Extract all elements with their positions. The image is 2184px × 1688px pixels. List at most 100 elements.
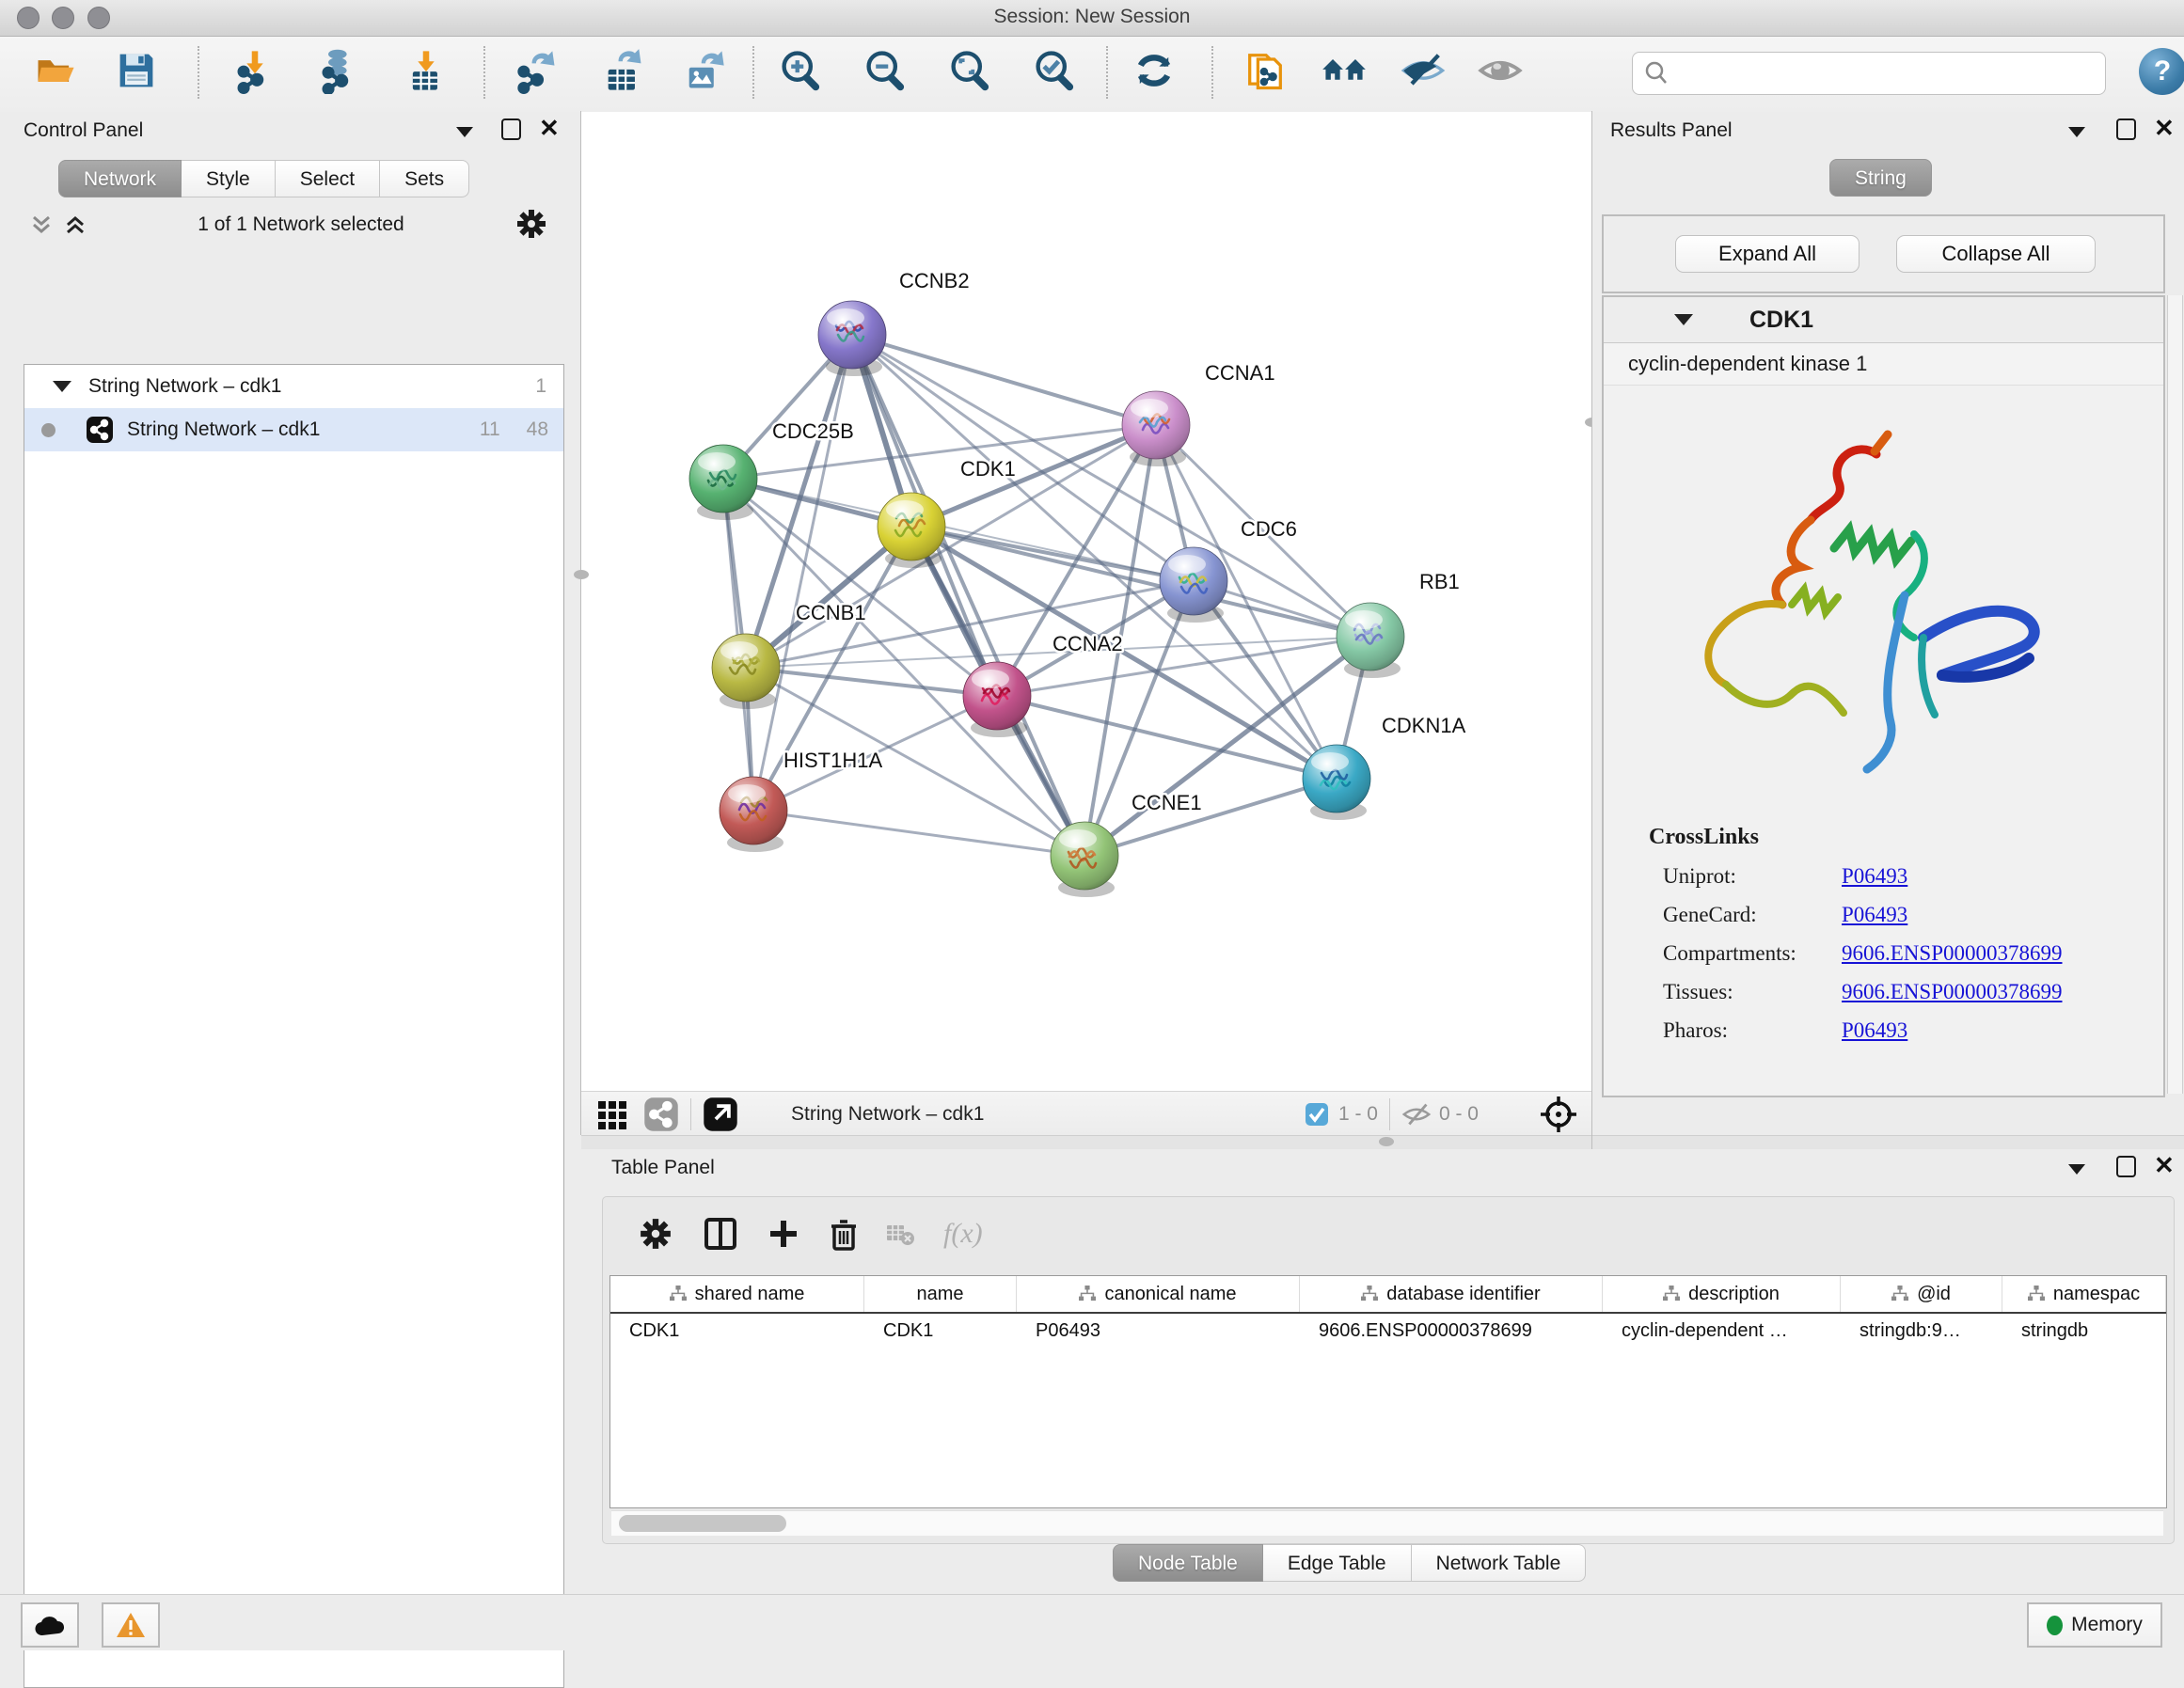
- zoom-out-icon[interactable]: [860, 42, 910, 99]
- results-panel-close-icon[interactable]: ✕: [2154, 118, 2175, 138]
- open-in-window-icon[interactable]: [703, 1096, 738, 1132]
- network-graph[interactable]: CCNB2CCNA1CDC25BCDK1CDC6RB1CCNB1CCNA2CDK…: [581, 112, 1591, 1091]
- show-all-icon[interactable]: [1475, 42, 1526, 99]
- crosslink-link[interactable]: P06493: [1842, 1018, 1907, 1043]
- results-scrollbar[interactable]: [2167, 295, 2183, 1094]
- expand-all-tree-icon[interactable]: [62, 212, 88, 243]
- left-splitter-handle[interactable]: [574, 570, 589, 579]
- table-options-gear-icon[interactable]: [639, 1217, 673, 1251]
- zoom-in-icon[interactable]: [775, 42, 826, 99]
- tab-style[interactable]: Style: [182, 160, 276, 197]
- crosslink-link[interactable]: 9606.ENSP00000378699: [1842, 941, 2063, 966]
- table-cell[interactable]: P06493: [1017, 1314, 1300, 1348]
- crosslink-link[interactable]: P06493: [1842, 903, 1907, 927]
- edge-CDKN1A-CCNE1[interactable]: [1084, 779, 1337, 856]
- table-cell[interactable]: cyclin-dependent …: [1603, 1314, 1841, 1348]
- edge-CCNB2-HIST1H1A[interactable]: [753, 335, 852, 811]
- table-cell[interactable]: CDK1: [864, 1314, 1017, 1348]
- control-panel-float-icon[interactable]: [501, 118, 521, 145]
- collapse-all-tree-icon[interactable]: [28, 212, 55, 243]
- open-session-icon[interactable]: [30, 42, 81, 99]
- search-icon: [1642, 59, 1670, 87]
- tab-network[interactable]: Network: [58, 160, 182, 197]
- tab-string[interactable]: String: [1829, 159, 1932, 197]
- help-icon[interactable]: ?: [2139, 48, 2184, 95]
- table-cell[interactable]: stringdb: [2002, 1314, 2166, 1348]
- network-canvas[interactable]: CCNB2CCNA1CDC25BCDK1CDC6RB1CCNB1CCNA2CDK…: [581, 112, 1591, 1091]
- column-header-canonical-name[interactable]: canonical name: [1017, 1276, 1300, 1312]
- tab-select[interactable]: Select: [276, 160, 380, 197]
- tab-sets[interactable]: Sets: [380, 160, 469, 197]
- edge-CCNB2-CCNA1[interactable]: [852, 335, 1156, 425]
- collapse-all-button[interactable]: Collapse All: [1896, 235, 2096, 273]
- memory-button[interactable]: Memory: [2027, 1602, 2162, 1648]
- import-table-file-icon[interactable]: [401, 42, 451, 99]
- search-box[interactable]: [1632, 52, 2106, 95]
- create-column-plus-icon[interactable]: [767, 1217, 800, 1251]
- node-CDKN1A[interactable]: CDKN1A: [1303, 714, 1466, 820]
- crosslink-link[interactable]: 9606.ENSP00000378699: [1842, 980, 2063, 1004]
- control-panel-close-icon[interactable]: ✕: [539, 118, 560, 138]
- warning-status-button[interactable]: [102, 1602, 160, 1648]
- network-options-gear-icon[interactable]: [515, 208, 547, 245]
- protein-card-collapse-icon[interactable]: [1674, 314, 1693, 325]
- node-CCNA1[interactable]: CCNA1: [1122, 361, 1275, 466]
- selected-checkbox-icon[interactable]: [1305, 1102, 1329, 1127]
- apply-layout-icon[interactable]: [1129, 42, 1179, 99]
- horizontal-splitter-handle[interactable]: [1379, 1137, 1394, 1146]
- table-panel-close-icon[interactable]: ✕: [2154, 1155, 2175, 1175]
- hide-selected-icon[interactable]: [1398, 42, 1448, 99]
- edge-CCNB2-RB1[interactable]: [852, 335, 1370, 637]
- import-network-file-icon[interactable]: [229, 42, 280, 99]
- protein-card-header[interactable]: CDK1: [1604, 297, 2163, 343]
- tab-network-table[interactable]: Network Table: [1412, 1544, 1587, 1582]
- delete-column-trash-icon[interactable]: [827, 1217, 861, 1251]
- edge-CCNB2-CCNE1[interactable]: [852, 335, 1084, 856]
- network-collection-row[interactable]: String Network – cdk1 1: [24, 365, 563, 408]
- edges-layer: [723, 335, 1370, 856]
- tab-node-table[interactable]: Node Table: [1113, 1544, 1263, 1582]
- column-header-@id[interactable]: @id: [1841, 1276, 2002, 1312]
- expand-all-button[interactable]: Expand All: [1675, 235, 1860, 273]
- column-header-shared-name[interactable]: shared name: [610, 1276, 864, 1312]
- column-header-description[interactable]: description: [1603, 1276, 1841, 1312]
- save-session-icon[interactable]: [111, 42, 162, 99]
- node-table[interactable]: shared namenamecanonical namedatabase id…: [609, 1275, 2167, 1508]
- crosslink-link[interactable]: P06493: [1842, 864, 1907, 889]
- edge-CCNB1-CCNA2[interactable]: [746, 668, 997, 696]
- table-panel-float-icon[interactable]: [2116, 1156, 2136, 1182]
- column-header-namespac[interactable]: namespac: [2002, 1276, 2166, 1312]
- tab-edge-table[interactable]: Edge Table: [1263, 1544, 1412, 1582]
- crosshair-icon[interactable]: [1539, 1095, 1578, 1134]
- results-panel-float-icon[interactable]: [2116, 118, 2136, 145]
- new-network-from-selection-icon[interactable]: [1240, 42, 1290, 99]
- export-image-icon[interactable]: [679, 42, 730, 99]
- table-cell[interactable]: 9606.ENSP00000378699: [1300, 1314, 1603, 1348]
- node-HIST1H1A[interactable]: HIST1H1A: [720, 749, 882, 852]
- string-view-icon[interactable]: [643, 1096, 679, 1132]
- results-panel-minimize-icon[interactable]: [2068, 125, 2085, 142]
- export-network-icon[interactable]: [512, 42, 562, 99]
- export-table-icon[interactable]: [598, 42, 649, 99]
- zoom-selected-icon[interactable]: [1029, 42, 1080, 99]
- table-panel-minimize-icon[interactable]: [2068, 1162, 2085, 1179]
- table-cell[interactable]: stringdb:9…: [1841, 1314, 2002, 1348]
- table-scrollbar-thumb[interactable]: [619, 1515, 786, 1532]
- collection-expand-icon[interactable]: [53, 381, 71, 392]
- first-neighbors-icon[interactable]: [1319, 42, 1369, 99]
- show-columns-icon[interactable]: [703, 1216, 738, 1252]
- import-network-database-icon[interactable]: [314, 42, 365, 99]
- control-panel-minimize-icon[interactable]: [456, 125, 473, 142]
- cloud-status-button[interactable]: [21, 1602, 79, 1648]
- column-header-name[interactable]: name: [864, 1276, 1017, 1312]
- node-RB1[interactable]: RB1: [1337, 570, 1460, 678]
- birdseye-grid-icon[interactable]: [596, 1097, 630, 1131]
- network-row[interactable]: String Network – cdk1 11 48: [24, 408, 563, 451]
- table-horizontal-scrollbar[interactable]: [611, 1510, 2163, 1536]
- table-cell[interactable]: CDK1: [610, 1314, 864, 1348]
- zoom-fit-icon[interactable]: [944, 42, 995, 99]
- search-input[interactable]: [1676, 62, 2105, 86]
- table-row[interactable]: CDK1CDK1P064939606.ENSP00000378699cyclin…: [610, 1314, 2166, 1348]
- column-header-database-identifier[interactable]: database identifier: [1300, 1276, 1603, 1312]
- edge-HIST1H1A-CCNE1[interactable]: [753, 811, 1084, 856]
